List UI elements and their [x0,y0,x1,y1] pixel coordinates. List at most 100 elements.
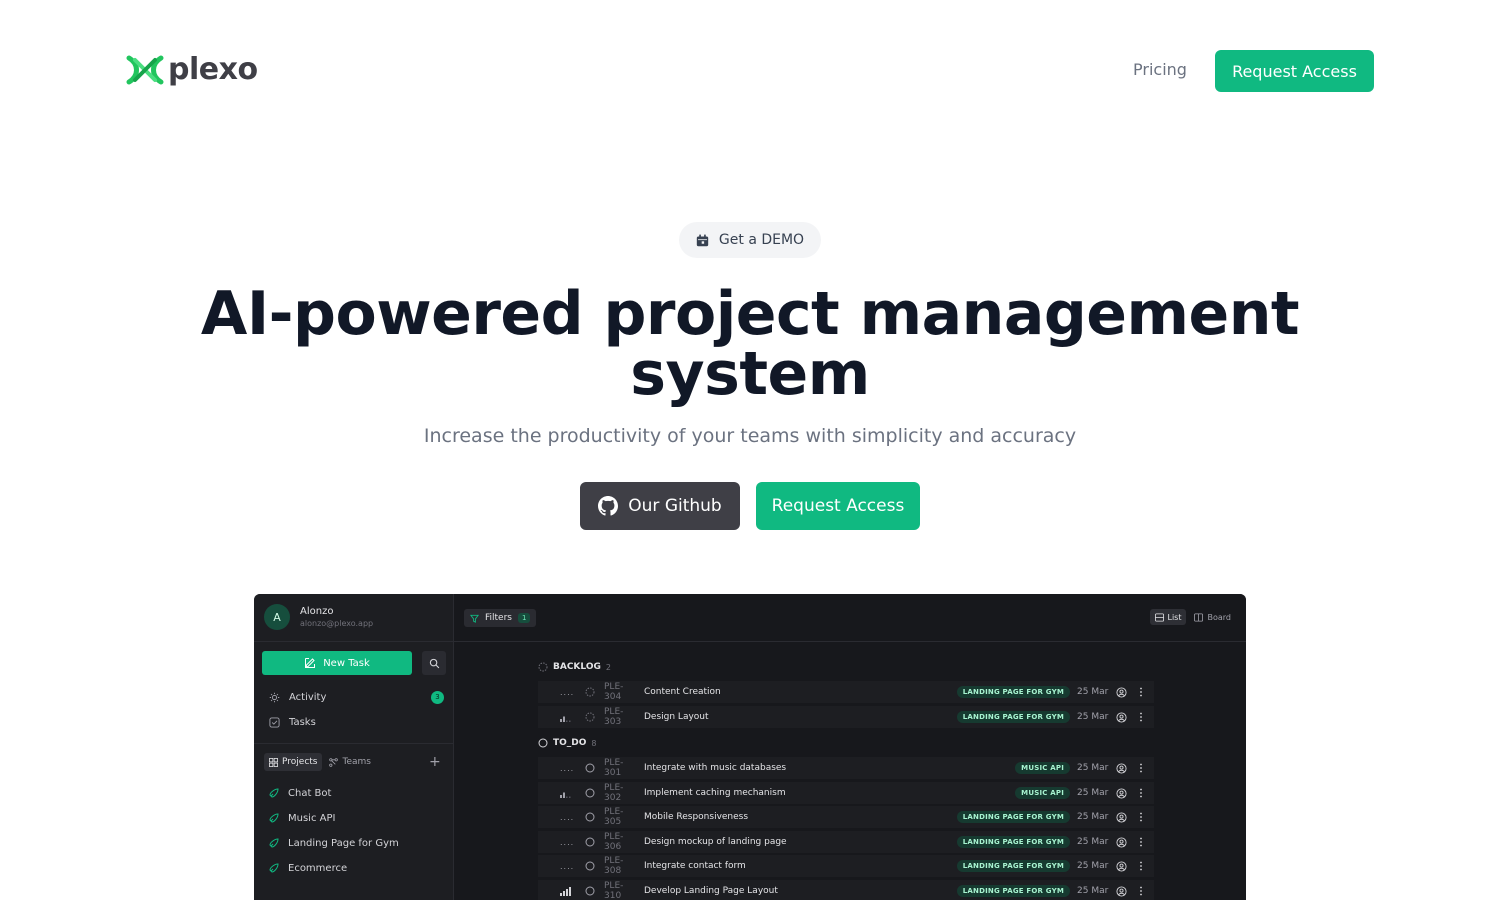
sidebar-project-music-api[interactable]: Music API [269,810,335,826]
logo-text: plexo [168,52,258,87]
edit-icon [305,658,316,668]
add-project-button[interactable]: + [429,753,441,771]
github-button[interactable]: Our Github [580,482,740,530]
task-id: PLE-306 [604,832,624,852]
more-vertical-icon[interactable] [1136,712,1146,722]
plexo-logo-icon [126,55,164,85]
project-tag: MUSIC API [1015,787,1070,799]
view-board-label: Board [1207,612,1231,622]
board-view-icon [1194,612,1204,622]
group-count: 2 [605,662,611,672]
todo-status-icon [585,812,595,822]
project-tag: LANDING PAGE FOR GYM [956,811,1070,823]
project-tag: MUSIC API [1015,762,1070,774]
filters-button[interactable]: Filters 1 [464,609,537,627]
view-list-button[interactable]: List [1149,609,1187,625]
task-row[interactable]: .... PLE-305 Mobile Responsiveness LANDI… [538,806,1154,828]
calendar-icon [696,233,709,246]
task-row[interactable]: PLE-302 Implement caching mechanism MUSI… [538,782,1154,804]
sidebar-item-tasks[interactable]: Tasks [269,713,444,731]
site-header: plexo Pricing Request Access [0,0,1500,140]
task-title: Design mockup of landing page [644,837,787,847]
project-tag: LANDING PAGE FOR GYM [956,836,1070,848]
more-vertical-icon[interactable] [1136,763,1146,773]
task-row[interactable]: .... PLE-308 Integrate contact form LAND… [538,855,1154,877]
user-circle-icon [1116,711,1127,723]
task-title: Integrate contact form [644,861,746,871]
task-row[interactable]: PLE-303 Design Layout LANDING PAGE FOR G… [538,706,1154,728]
todo-status-icon [585,837,595,847]
user-circle-icon [1116,787,1127,799]
task-id: PLE-303 [604,707,624,727]
rocket-icon [269,788,279,798]
project-tag: LANDING PAGE FOR GYM [956,885,1070,897]
user-circle-icon [1116,885,1127,897]
task-date: 25 Mar [1077,763,1109,773]
rocket-icon [269,863,279,873]
tab-projects-label: Projects [282,757,318,767]
header-request-access-button[interactable]: Request Access [1215,50,1374,92]
user-profile[interactable]: A Alonzo alonzo@plexo.app [264,604,373,630]
checkbox-icon [269,716,280,728]
grid-icon [269,757,278,767]
app-preview: A Alonzo alonzo@plexo.app New Task Activ… [254,594,1246,900]
tab-teams-label: Teams [342,757,371,767]
more-vertical-icon[interactable] [1136,861,1146,871]
priority-high-icon [560,886,574,896]
nav-pricing-link[interactable]: Pricing [1133,60,1187,80]
sidebar-project-chat-bot[interactable]: Chat Bot [269,785,331,801]
network-icon [329,757,339,767]
user-circle-icon [1116,762,1127,774]
sidebar-search-button[interactable] [422,651,446,675]
task-date: 25 Mar [1077,788,1109,798]
sun-icon [269,692,280,702]
task-date: 25 Mar [1077,687,1109,697]
sidebar-project-landing-page[interactable]: Landing Page for Gym [269,835,399,851]
view-board-button[interactable]: Board [1189,609,1236,625]
more-vertical-icon[interactable] [1136,886,1146,896]
priority-none-icon: .... [560,763,575,773]
task-id: PLE-305 [604,807,624,827]
logo[interactable]: plexo [125,54,258,86]
task-date: 25 Mar [1077,886,1109,896]
rocket-icon [269,838,279,848]
get-demo-button[interactable]: Get a DEMO [679,222,821,258]
task-row[interactable]: .... PLE-306 Design mockup of landing pa… [538,831,1154,853]
tab-projects[interactable]: Projects [264,753,323,771]
more-vertical-icon[interactable] [1136,812,1146,822]
todo-status-icon [585,788,595,798]
more-vertical-icon[interactable] [1136,837,1146,847]
github-icon [598,496,619,516]
project-tag: LANDING PAGE FOR GYM [956,860,1070,872]
sidebar-item-activity[interactable]: Activity 3 [269,688,444,706]
task-row[interactable]: .... PLE-304 Content Creation LANDING PA… [538,681,1154,703]
new-task-button[interactable]: New Task [262,651,412,675]
task-title: Integrate with music databases [644,763,787,773]
task-title: Mobile Responsiveness [644,812,749,822]
task-id: PLE-301 [604,758,624,778]
hero-request-access-button[interactable]: Request Access [756,482,920,530]
user-circle-icon [1116,686,1127,698]
list-view-icon [1154,612,1164,622]
view-list-label: List [1167,612,1182,622]
priority-none-icon: .... [560,861,575,871]
task-row[interactable]: PLE-310 Develop Landing Page Layout LAND… [538,880,1154,900]
search-icon [429,658,439,668]
task-date: 25 Mar [1077,812,1109,822]
project-tag: LANDING PAGE FOR GYM [956,711,1070,723]
github-label: Our Github [628,496,722,516]
group-header-to-do[interactable]: TO_DO 8 [538,736,597,750]
group-header-backlog[interactable]: BACKLOG 2 [538,660,611,674]
priority-medium-icon [560,713,574,722]
activity-count-badge: 3 [431,690,444,704]
priority-none-icon: .... [560,687,575,697]
task-title: Design Layout [644,712,709,722]
project-label: Music API [288,812,336,824]
task-date: 25 Mar [1077,712,1109,722]
task-id: PLE-302 [604,783,624,803]
more-vertical-icon[interactable] [1136,788,1146,798]
tab-teams[interactable]: Teams [324,753,375,771]
sidebar-project-ecommerce[interactable]: Ecommerce [269,860,347,876]
more-vertical-icon[interactable] [1136,687,1146,697]
task-row[interactable]: .... PLE-301 Integrate with music databa… [538,757,1154,779]
